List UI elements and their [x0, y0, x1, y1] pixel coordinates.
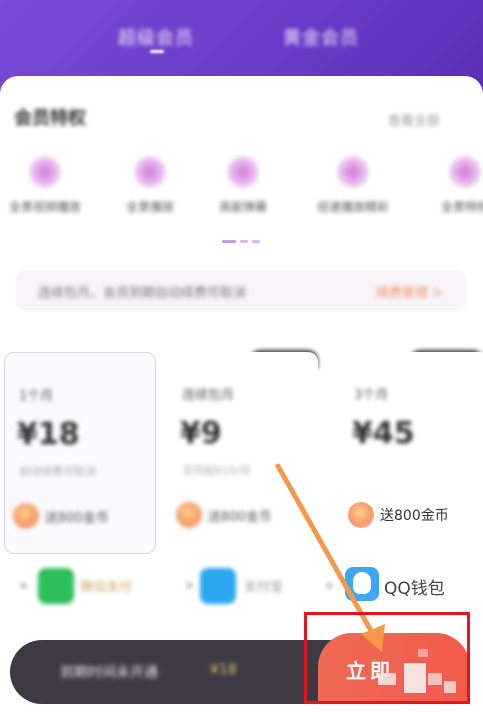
- annotation-arrow-icon: [275, 463, 385, 652]
- highlight-box: [304, 612, 470, 704]
